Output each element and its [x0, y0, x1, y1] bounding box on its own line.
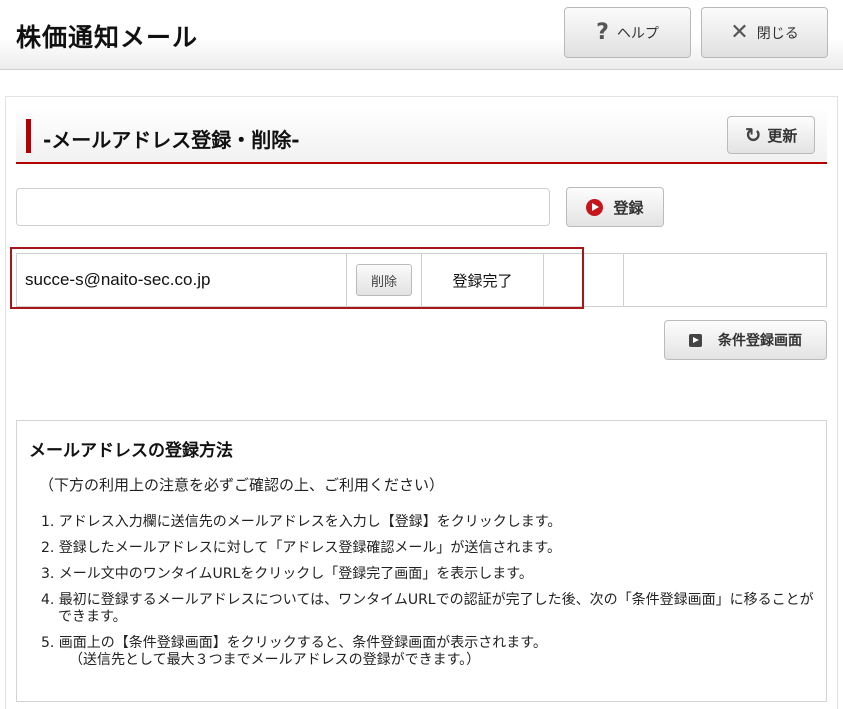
email-input[interactable]: [16, 188, 550, 226]
close-icon: ✕: [730, 19, 749, 45]
list-item: 4. 最初に登録するメールアドレスについては、ワンタイムURLでの認証が完了した…: [41, 592, 814, 625]
page-title: 株価通知メール: [16, 23, 199, 52]
table-cell-empty: [544, 254, 624, 306]
question-mark-icon: ?: [596, 19, 609, 45]
refresh-button[interactable]: ↻ 更新: [727, 116, 815, 154]
instructions-title: メールアドレスの登録方法: [29, 441, 233, 461]
list-item: 5. 画面上の【条件登録画面】をクリックすると、条件登録画面が表示されます。 （…: [41, 635, 821, 669]
table-cell-delete: 削除: [347, 254, 422, 306]
close-button[interactable]: ✕ 閉じる: [701, 7, 828, 58]
step-5-subnote: （送信先として最大３つまでメールアドレスの登録ができます。）: [69, 652, 481, 668]
condition-register-button[interactable]: 条件登録画面: [664, 320, 827, 360]
help-button[interactable]: ? ヘルプ: [564, 7, 691, 58]
list-item: 2. 登録したメールアドレスに対して「アドレス登録確認メール」が送信されます。: [41, 540, 561, 556]
register-button[interactable]: 登録: [566, 187, 664, 227]
condition-register-button-label: 条件登録画面: [718, 333, 802, 349]
list-item: 1. アドレス入力欄に送信先のメールアドレスを入力し【登録】をクリックします。: [41, 514, 562, 530]
delete-button[interactable]: 削除: [356, 264, 412, 296]
refresh-icon: ↻: [744, 123, 762, 147]
help-button-label: ヘルプ: [616, 25, 659, 42]
table-cell-status: 登録完了: [422, 254, 544, 306]
refresh-button-label: 更新: [767, 126, 798, 145]
play-circle-icon: [586, 198, 604, 216]
step-5-text: 5. 画面上の【条件登録画面】をクリックすると、条件登録画面が表示されます。: [41, 635, 547, 651]
section-header: -メールアドレス登録・削除- ↻ 更新: [16, 107, 827, 164]
table-cell-email: succe-s@naito-sec.co.jp: [17, 254, 347, 306]
instructions-steps: 1. アドレス入力欄に送信先のメールアドレスを入力し【登録】をクリックします。 …: [41, 514, 821, 669]
address-table: succe-s@naito-sec.co.jp 削除 登録完了: [16, 253, 827, 307]
section-title: -メールアドレス登録・削除-: [43, 128, 300, 152]
play-square-icon: [689, 333, 702, 347]
list-item: 3. メール文中のワンタイムURLをクリックし「登録完了画面」を表示します。: [41, 566, 533, 582]
instructions-note: （下方の利用上の注意を必ずご確認の上、ご利用ください）: [39, 476, 445, 494]
register-button-label: 登録: [613, 198, 644, 217]
close-button-label: 閉じる: [756, 25, 799, 42]
section-accent-bar: [26, 119, 31, 153]
top-bar: 株価通知メール ? ヘルプ ✕ 閉じる: [0, 0, 843, 70]
instructions-box: メールアドレスの登録方法 （下方の利用上の注意を必ずご確認の上、ご利用ください）…: [16, 420, 827, 702]
